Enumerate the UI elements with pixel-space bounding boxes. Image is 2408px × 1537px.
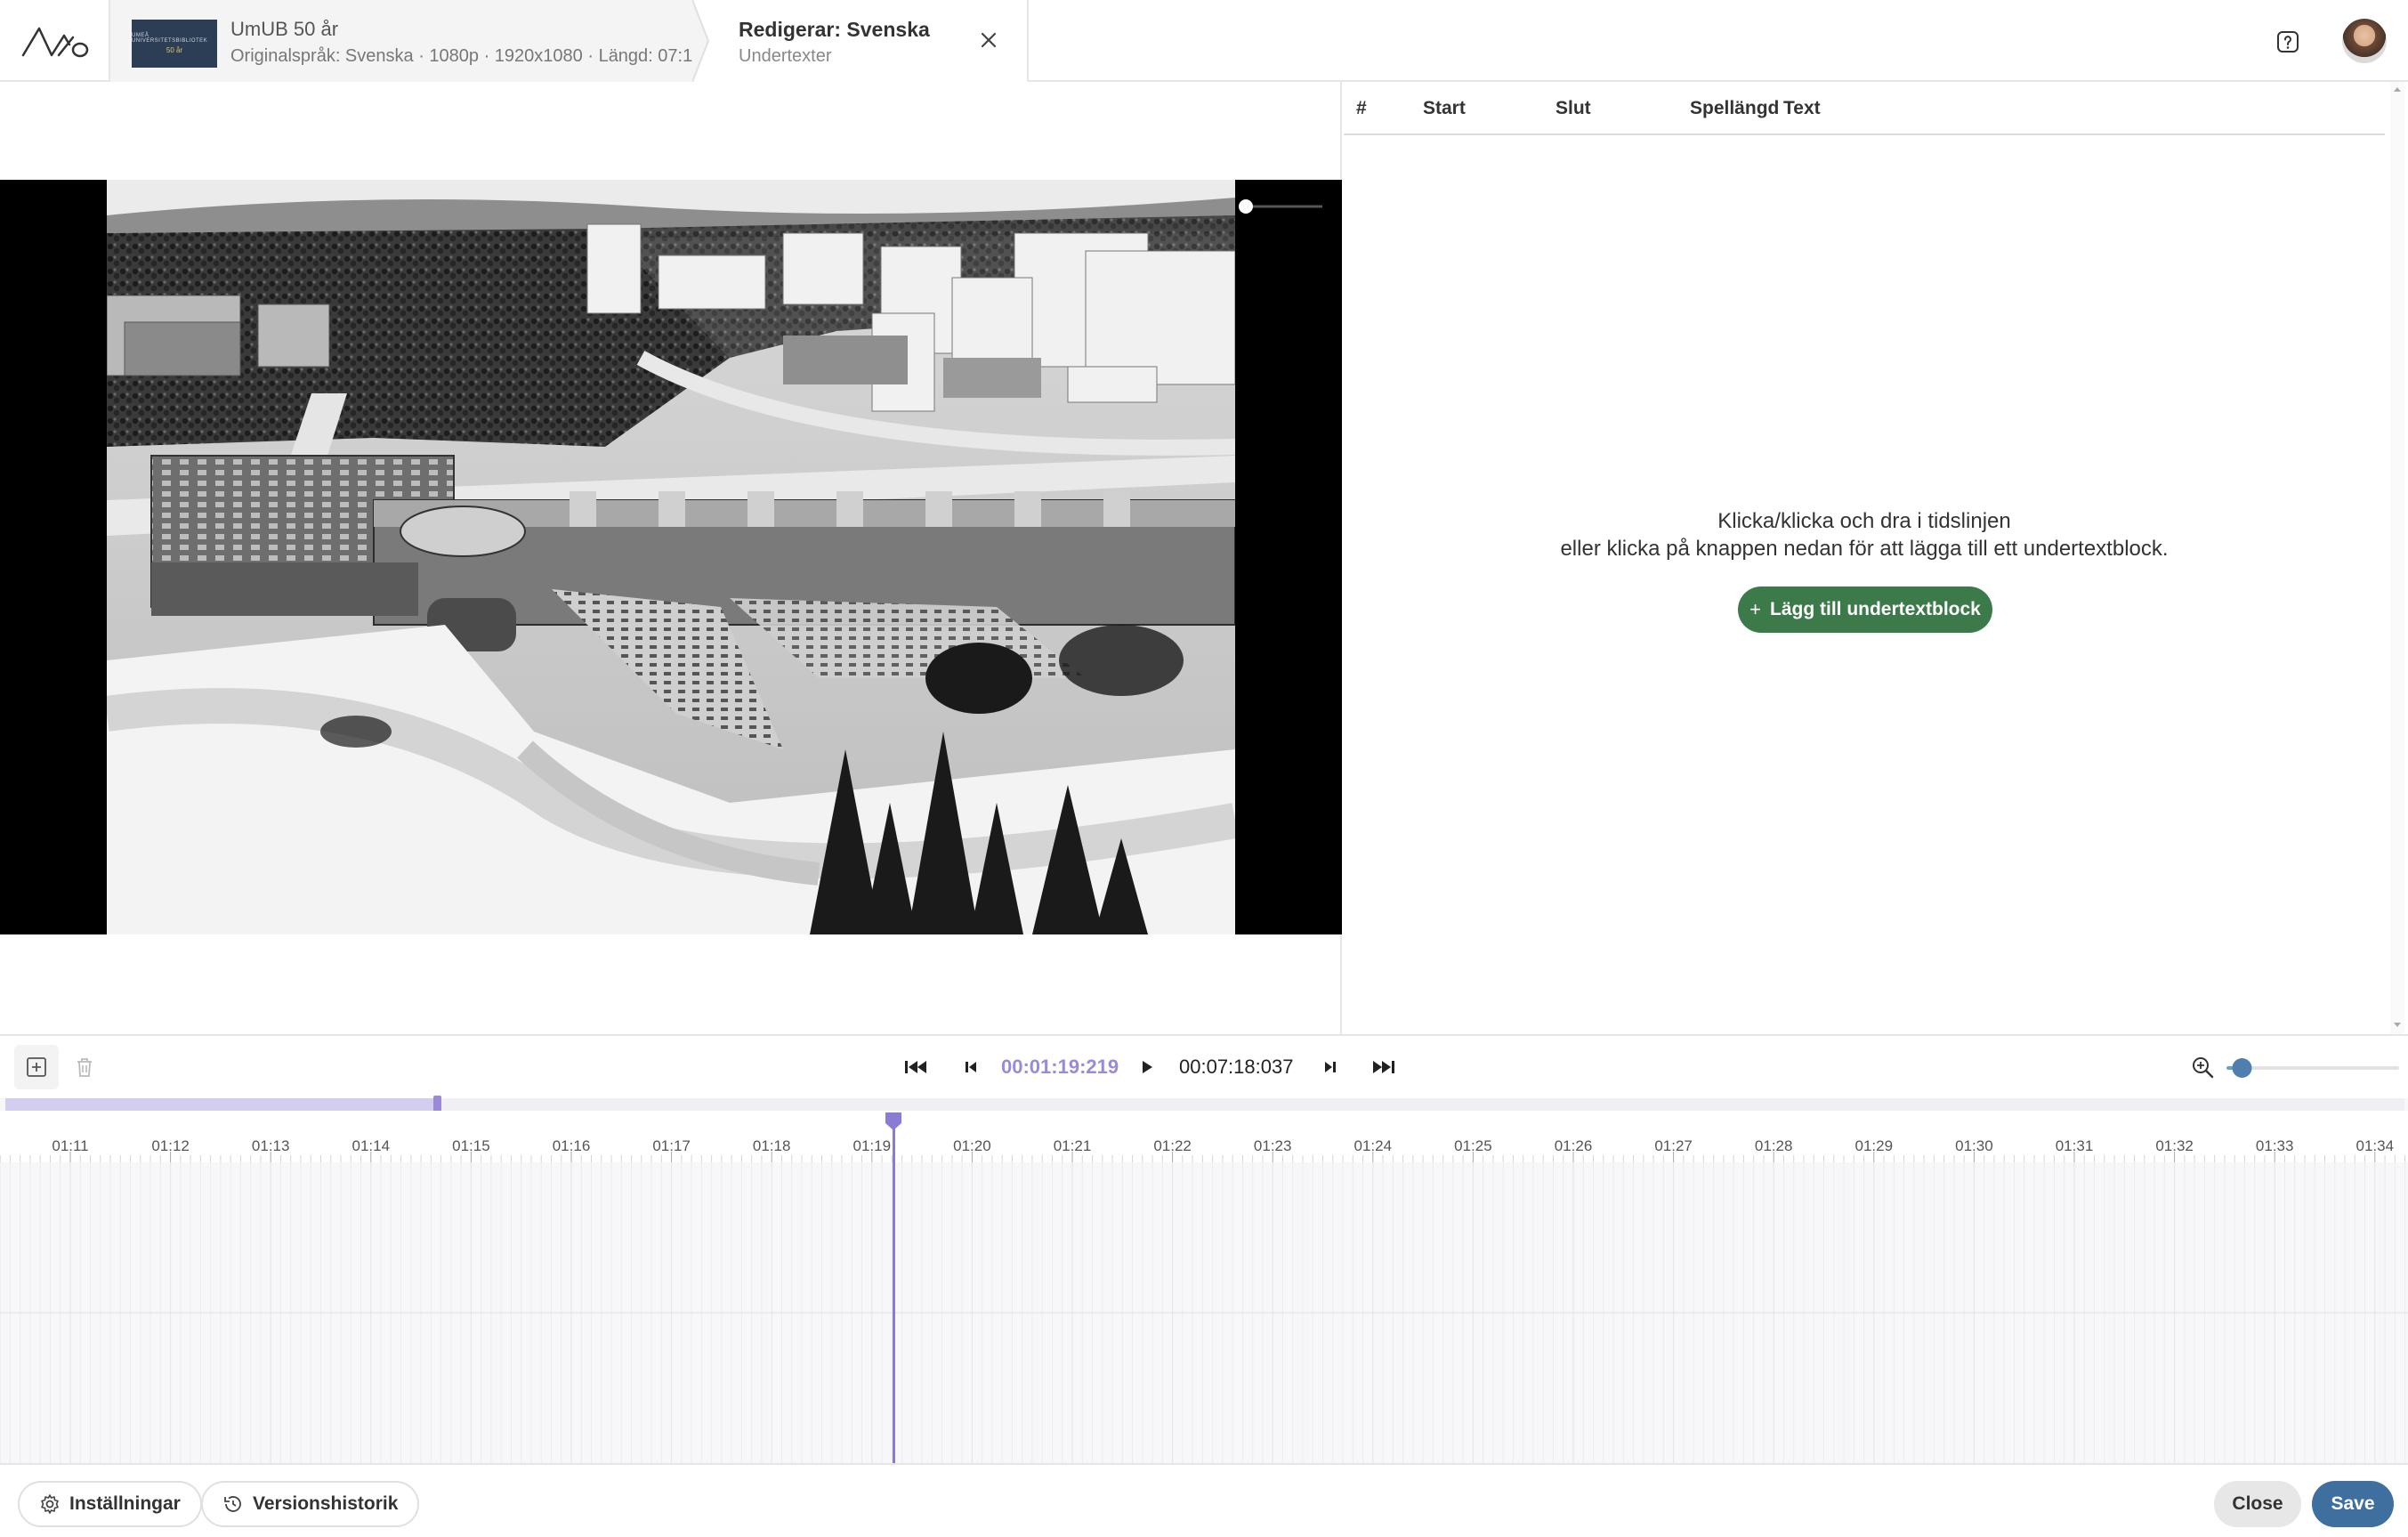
skip-start-icon: [905, 1061, 926, 1073]
ruler-tick-label: 01:16: [552, 1137, 591, 1154]
playhead-handle-icon[interactable]: [884, 1111, 903, 1132]
close-icon[interactable]: [975, 27, 1002, 53]
thumbnail-line2: 50 år: [166, 46, 183, 54]
total-time: 00:07:18:037: [1179, 1056, 1294, 1078]
ruler-tick-label: 01:23: [1253, 1137, 1292, 1154]
transport-bar: 00:01:19:219 00:07:18:037: [0, 1034, 2408, 1098]
avatar[interactable]: [2342, 19, 2387, 63]
thumbnail-line1: UMEÅ UNIVERSITETSBIBLIOTEK: [132, 33, 208, 44]
header-bar: UMEÅ UNIVERSITETSBIBLIOTEK 50 år UmUB 50…: [0, 0, 2408, 82]
step-back-icon: [966, 1062, 976, 1072]
media-title: UmUB 50 år: [230, 18, 339, 40]
current-time: 00:01:19:219: [1001, 1056, 1119, 1078]
help-icon[interactable]: [2275, 28, 2301, 55]
column-duration: Spellängd: [1690, 98, 1780, 118]
ruler-tick-label: 01:25: [1454, 1137, 1492, 1154]
ruler-tick-label: 01:18: [752, 1137, 791, 1154]
footer-bar: Inställningar Versionshistorik Close Sav…: [0, 1463, 2408, 1537]
ruler-tick-label: 01:29: [1854, 1137, 1894, 1154]
skip-to-end-button[interactable]: [1370, 1054, 1397, 1080]
column-start: Start: [1423, 98, 1466, 118]
ruler-tick-label: 01:26: [1554, 1137, 1593, 1154]
video-player[interactable]: [0, 180, 1342, 934]
video-frame-image: [107, 180, 1235, 934]
brand-logo-icon[interactable]: [20, 20, 91, 62]
settings-button[interactable]: Inställningar: [18, 1481, 202, 1527]
step-forward-button[interactable]: [1317, 1054, 1344, 1080]
ruler-tick-label: 01:30: [1955, 1137, 1993, 1154]
step-back-button[interactable]: [958, 1054, 984, 1080]
step-forward-icon: [1325, 1062, 1336, 1072]
ruler-tick-label: 01:28: [1754, 1137, 1793, 1154]
column-end: Slut: [1556, 98, 1591, 118]
list-scrollbar[interactable]: [2390, 82, 2404, 1034]
tab-separator: [692, 0, 710, 82]
ruler-tick-label: 01:31: [2055, 1137, 2094, 1154]
edit-title: Redigerar: Svenska: [739, 18, 930, 41]
media-thumbnail: UMEÅ UNIVERSITETSBIBLIOTEK 50 år: [132, 20, 217, 68]
media-tab[interactable]: UMEÅ UNIVERSITETSBIBLIOTEK 50 år UmUB 50…: [109, 0, 702, 82]
skip-to-start-button[interactable]: [902, 1054, 929, 1080]
zoom-in-icon[interactable]: [2189, 1054, 2216, 1080]
subtitle-track-area[interactable]: [0, 1162, 2408, 1463]
track-grid: [0, 1162, 2408, 1463]
column-number: #: [1356, 98, 1367, 118]
add-box-icon: [27, 1057, 46, 1077]
zoom-slider[interactable]: [2225, 1057, 2399, 1079]
subtitle-editor: UMEÅ UNIVERSITETSBIBLIOTEK 50 år UmUB 50…: [0, 0, 2408, 1537]
scroll-down-icon[interactable]: [2393, 1020, 2402, 1029]
ruler-tick-label: 01:20: [953, 1137, 991, 1154]
timeline-ruler[interactable]: 01:11 01:12 01:13 01:14 01:15 01:16 01:17 01:18…: [0, 1111, 2408, 1162]
version-history-button[interactable]: Versionshistorik: [201, 1481, 420, 1527]
gear-icon: [41, 1494, 59, 1514]
trash-icon: [77, 1058, 92, 1077]
ruler-tick-label: 01:17: [652, 1137, 691, 1154]
add-block-tool-button[interactable]: [14, 1045, 59, 1089]
ruler-tick-label: 01:21: [1053, 1137, 1092, 1154]
ruler-tick-label: 01:27: [1654, 1137, 1693, 1154]
ruler-tick-label: 01:12: [151, 1137, 190, 1154]
plus-icon: +: [1749, 598, 1761, 620]
timeline-overview-bar[interactable]: [5, 1096, 2404, 1113]
play-button[interactable]: [1134, 1054, 1160, 1080]
column-text: Text: [1783, 98, 1821, 118]
ruler-tick-label: 01:14: [352, 1137, 391, 1154]
ruler-tick-label: 01:33: [2255, 1137, 2294, 1154]
skip-end-icon: [1373, 1061, 1394, 1073]
ruler-tick-label: 01:11: [52, 1137, 89, 1154]
ruler-tick-label: 01:15: [452, 1137, 490, 1154]
subtitle-list-panel: # Start Slut Spellängd Text Klicka/klick…: [1344, 82, 2394, 1034]
play-icon: [1143, 1061, 1152, 1073]
version-history-label: Versionshistorik: [253, 1493, 399, 1514]
add-subtitle-block-button[interactable]: + Lägg till undertextblock: [1738, 586, 1992, 633]
empty-state-line1: Klicka/klicka och dra i tidslinjen: [1717, 509, 2011, 533]
timeline-overview-fill: [5, 1098, 438, 1111]
scroll-up-icon[interactable]: [2393, 85, 2402, 94]
close-button[interactable]: Close: [2214, 1481, 2301, 1527]
settings-label: Inställningar: [69, 1493, 181, 1514]
empty-state-message: Klicka/klicka och dra i tidslinjen eller…: [1344, 507, 2385, 562]
edit-tab[interactable]: Redigerar: Svenska Undertexter: [692, 0, 1029, 82]
media-meta: Originalspråk: Svenska · 1080p · 1920x10…: [230, 46, 703, 66]
empty-state-line2: eller klicka på knappen nedan för att lä…: [1560, 537, 2169, 561]
ruler-tick-label: 01:34: [2355, 1137, 2395, 1154]
volume-slider[interactable]: [1237, 198, 1326, 215]
subtitle-list-header: # Start Slut Spellängd Text: [1344, 82, 2385, 135]
timeline[interactable]: 01:11 01:12 01:13 01:14 01:15 01:16 01:17 01:18…: [0, 1096, 2408, 1463]
ruler-tick-label: 01:24: [1353, 1137, 1393, 1154]
delete-block-tool-button[interactable]: [62, 1045, 107, 1089]
playhead-line[interactable]: [893, 1116, 895, 1463]
history-icon: [224, 1496, 241, 1512]
save-button[interactable]: Save: [2312, 1481, 2394, 1527]
ruler-tick-label: 01:19: [852, 1137, 892, 1154]
ruler-tick-label: 01:22: [1153, 1137, 1192, 1154]
ruler-tick-label: 01:32: [2155, 1137, 2194, 1154]
ruler-tick-label: 01:13: [251, 1137, 290, 1154]
add-subtitle-block-label: Lägg till undertextblock: [1770, 599, 1981, 619]
video-panel: [0, 82, 1342, 1034]
edit-subtitle: Undertexter: [739, 46, 832, 66]
